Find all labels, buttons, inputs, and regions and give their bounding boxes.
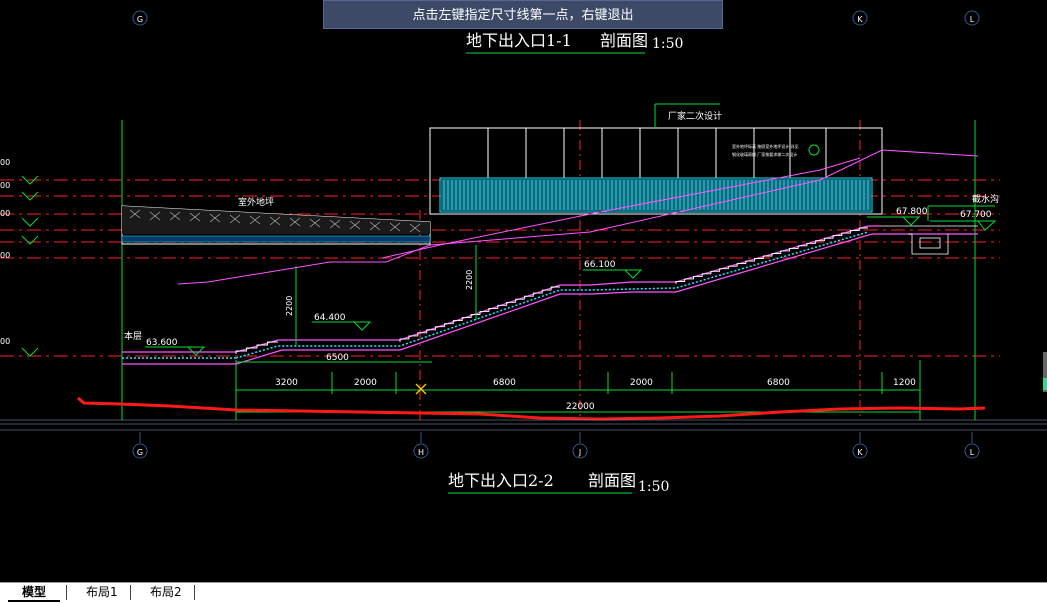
cad-drawing-canvas[interactable]: G K L 地下出入口1-1 剖面图 1:50 00 00 00 00 00 室… — [0, 0, 1047, 582]
bottom-section-scale: 1:50 — [638, 479, 669, 495]
dim-2000-a: 2000 — [354, 378, 377, 388]
left-level-markers — [21, 175, 39, 357]
grid-label-g-top: G — [137, 15, 143, 24]
command-prompt-tooltip: 点击左键指定尺寸线第一点，右键退出 — [323, 0, 723, 29]
grid-label-k-bottom: K — [857, 448, 863, 457]
scroll-indicator — [1043, 378, 1047, 390]
stair-steps — [235, 227, 868, 354]
vdim-2200-right: 2200 — [465, 270, 474, 290]
level-stub-4: 00 — [0, 251, 10, 260]
tab-separator — [130, 585, 131, 600]
layout-tab-bar: 模型 布局1 布局2 — [0, 582, 1047, 603]
dim-6500: 6500 — [326, 353, 349, 363]
level-stub-2: 00 — [0, 181, 10, 190]
level-stub-3: 00 — [0, 209, 10, 218]
tab-layout2[interactable]: 布局2 — [136, 583, 196, 602]
tab-layout1-label: 布局1 — [86, 585, 118, 599]
level-stub-1: 00 — [0, 158, 10, 167]
tab-model[interactable]: 模型 — [8, 583, 61, 602]
elevation-63600: 63.600 — [146, 338, 178, 348]
fine-note-1: 室外地坪标高 按照室外地坪设计 详见 — [732, 143, 799, 149]
elevation-66100: 66.100 — [584, 260, 616, 270]
view-border — [0, 419, 1047, 431]
ground-hatch — [121, 205, 431, 245]
elevation-67700: 67.700 — [960, 210, 992, 220]
grid-label-g-bottom: G — [137, 448, 143, 457]
stair-hatch — [122, 231, 869, 359]
grid-label-l-top: L — [970, 15, 975, 24]
dim-3200: 3200 — [275, 378, 298, 388]
grid-label-k-top: K — [857, 15, 863, 24]
grid-label-j-bottom: J — [578, 448, 581, 457]
tab-layout1[interactable]: 布局1 — [72, 583, 132, 602]
stair-flight — [675, 227, 868, 284]
elevation-67800: 67.800 — [896, 207, 928, 217]
bottom-section-view: 剖面图 — [588, 471, 636, 490]
outdoor-ground-label: 室外地坪 — [238, 196, 274, 208]
dim-row — [235, 372, 921, 394]
bottom-section-title: 地下出入口2-2 — [448, 471, 554, 490]
level-stub-5: 00 — [0, 337, 10, 346]
drain-label: 截水沟 — [972, 193, 999, 205]
vendor-design-label: 厂家二次设计 — [668, 110, 722, 122]
tab-model-label: 模型 — [22, 585, 47, 599]
cursor-cross — [415, 383, 427, 395]
top-section-title: 地下出入口1-1 — [466, 31, 572, 50]
tab-layout2-label: 布局2 — [150, 585, 182, 599]
red-revision-line — [77, 396, 986, 421]
vertical-dims — [295, 245, 477, 346]
command-prompt-text: 点击左键指定尺寸线第一点，右键退出 — [412, 8, 634, 23]
dim-6800-a: 6800 — [493, 378, 516, 388]
fine-note-2: 钢化玻璃雨棚 厂家按要求做二次设计 — [732, 151, 797, 157]
tab-separator — [194, 585, 195, 600]
elevation-64400: 64.400 — [314, 313, 346, 323]
top-section-scale: 1:50 — [652, 36, 683, 52]
dim-total: 22000 — [566, 402, 595, 412]
grid-bubbles-bottom — [132, 432, 980, 459]
left-note-label: 本层 — [124, 330, 142, 342]
dim-1200: 1200 — [893, 378, 916, 388]
tab-separator — [66, 585, 67, 600]
detail-bubble — [808, 144, 820, 156]
vertical-scroll-handle[interactable] — [1043, 352, 1047, 392]
dim-2000-b: 2000 — [630, 378, 653, 388]
dim-6800-b: 6800 — [767, 378, 790, 388]
grid-lines — [121, 120, 976, 420]
top-section-view: 剖面图 — [600, 31, 648, 50]
grid-label-l-bottom: L — [970, 448, 975, 457]
grid-label-h-bottom: H — [418, 448, 424, 457]
stair-flight — [399, 286, 560, 342]
vdim-2200-left: 2200 — [285, 296, 294, 316]
